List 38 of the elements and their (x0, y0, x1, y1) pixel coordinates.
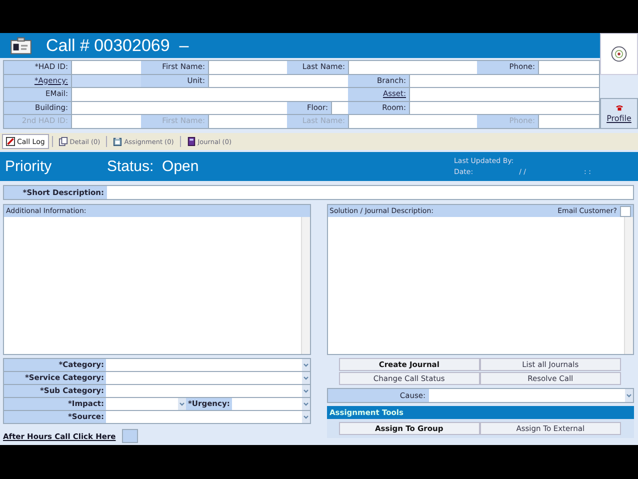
dropdown[interactable] (106, 398, 186, 410)
input-field[interactable] (409, 88, 599, 101)
input-field[interactable] (71, 88, 348, 101)
checkbox[interactable] (620, 206, 631, 216)
window-title: Call # 00302069 – (46, 36, 189, 56)
chevron-down-icon (178, 398, 186, 410)
text-area[interactable] (328, 217, 633, 354)
text-area[interactable] (4, 217, 310, 354)
clipboard-icon (113, 137, 122, 146)
dropdown[interactable] (428, 389, 633, 402)
pencil-icon (6, 137, 15, 146)
priority-label: Priority (5, 158, 53, 175)
dropdown[interactable] (106, 372, 310, 384)
dropdown[interactable] (106, 359, 310, 371)
input-field[interactable] (208, 74, 348, 88)
scrollbar[interactable] (300, 217, 310, 354)
scrollbar[interactable] (624, 217, 633, 354)
checkbox[interactable] (122, 429, 138, 443)
phone-icon (614, 104, 624, 111)
input-field[interactable] (331, 102, 348, 114)
crest-logo-icon (600, 33, 638, 75)
input-field[interactable] (71, 102, 287, 114)
status-label: Status: Open (107, 158, 200, 175)
input-field[interactable] (348, 61, 477, 74)
documents-icon (58, 137, 68, 146)
id-card-icon (10, 36, 32, 55)
dropdown[interactable] (106, 385, 310, 397)
chevron-down-icon (625, 389, 633, 402)
input-field[interactable] (71, 61, 141, 74)
input-field[interactable] (409, 102, 599, 114)
profile-button[interactable]: Profile (600, 98, 638, 129)
input-field[interactable] (409, 74, 599, 88)
dropdown[interactable] (106, 411, 310, 423)
input-field[interactable] (71, 74, 141, 88)
book-icon (186, 137, 196, 146)
dropdown[interactable] (232, 398, 310, 410)
input-field[interactable] (538, 61, 599, 74)
input-field[interactable] (208, 61, 287, 74)
